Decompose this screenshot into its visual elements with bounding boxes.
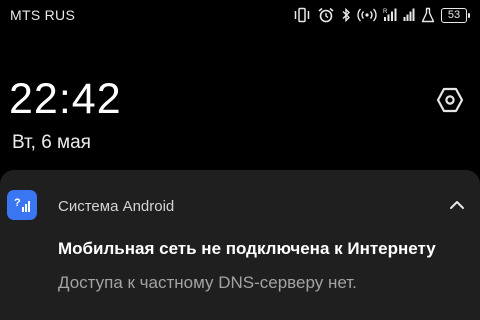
notification-card[interactable]: ? Система Android Мобильная сеть не подк… bbox=[0, 170, 480, 320]
bluetooth-icon bbox=[341, 7, 351, 23]
settings-hexagon-icon bbox=[435, 85, 465, 120]
lockscreen-date: Вт, 6 мая bbox=[12, 132, 91, 153]
svg-text:R: R bbox=[383, 9, 388, 15]
vibrate-icon bbox=[293, 7, 311, 23]
notification-title: Мобильная сеть не подключена к Интернету bbox=[58, 239, 436, 258]
status-bar: MTS RUS R 53 bbox=[0, 0, 480, 30]
signal-icon bbox=[403, 7, 415, 23]
lock-screen: MTS RUS R 53 22:42 Вт, 6 мая ? Система A… bbox=[0, 0, 480, 320]
notification-text: Доступа к частному DNS-серверу нет. bbox=[58, 273, 357, 292]
battery-indicator: 53 bbox=[441, 7, 470, 23]
notification-app-name: Система Android bbox=[58, 198, 175, 215]
settings-button[interactable] bbox=[434, 86, 466, 118]
lockscreen-clock: 22:42 bbox=[9, 75, 122, 123]
alarm-icon bbox=[317, 7, 335, 23]
signal-icon: R bbox=[383, 7, 397, 23]
status-icons: R 53 bbox=[293, 0, 470, 30]
lab-icon bbox=[421, 7, 435, 23]
carrier-name: MTS RUS bbox=[10, 7, 76, 23]
notification-collapse-button[interactable] bbox=[444, 194, 470, 220]
svg-text:?: ? bbox=[14, 197, 21, 209]
hotspot-icon bbox=[357, 7, 377, 23]
chevron-up-icon bbox=[449, 198, 465, 216]
android-signal-icon: ? bbox=[7, 190, 37, 220]
